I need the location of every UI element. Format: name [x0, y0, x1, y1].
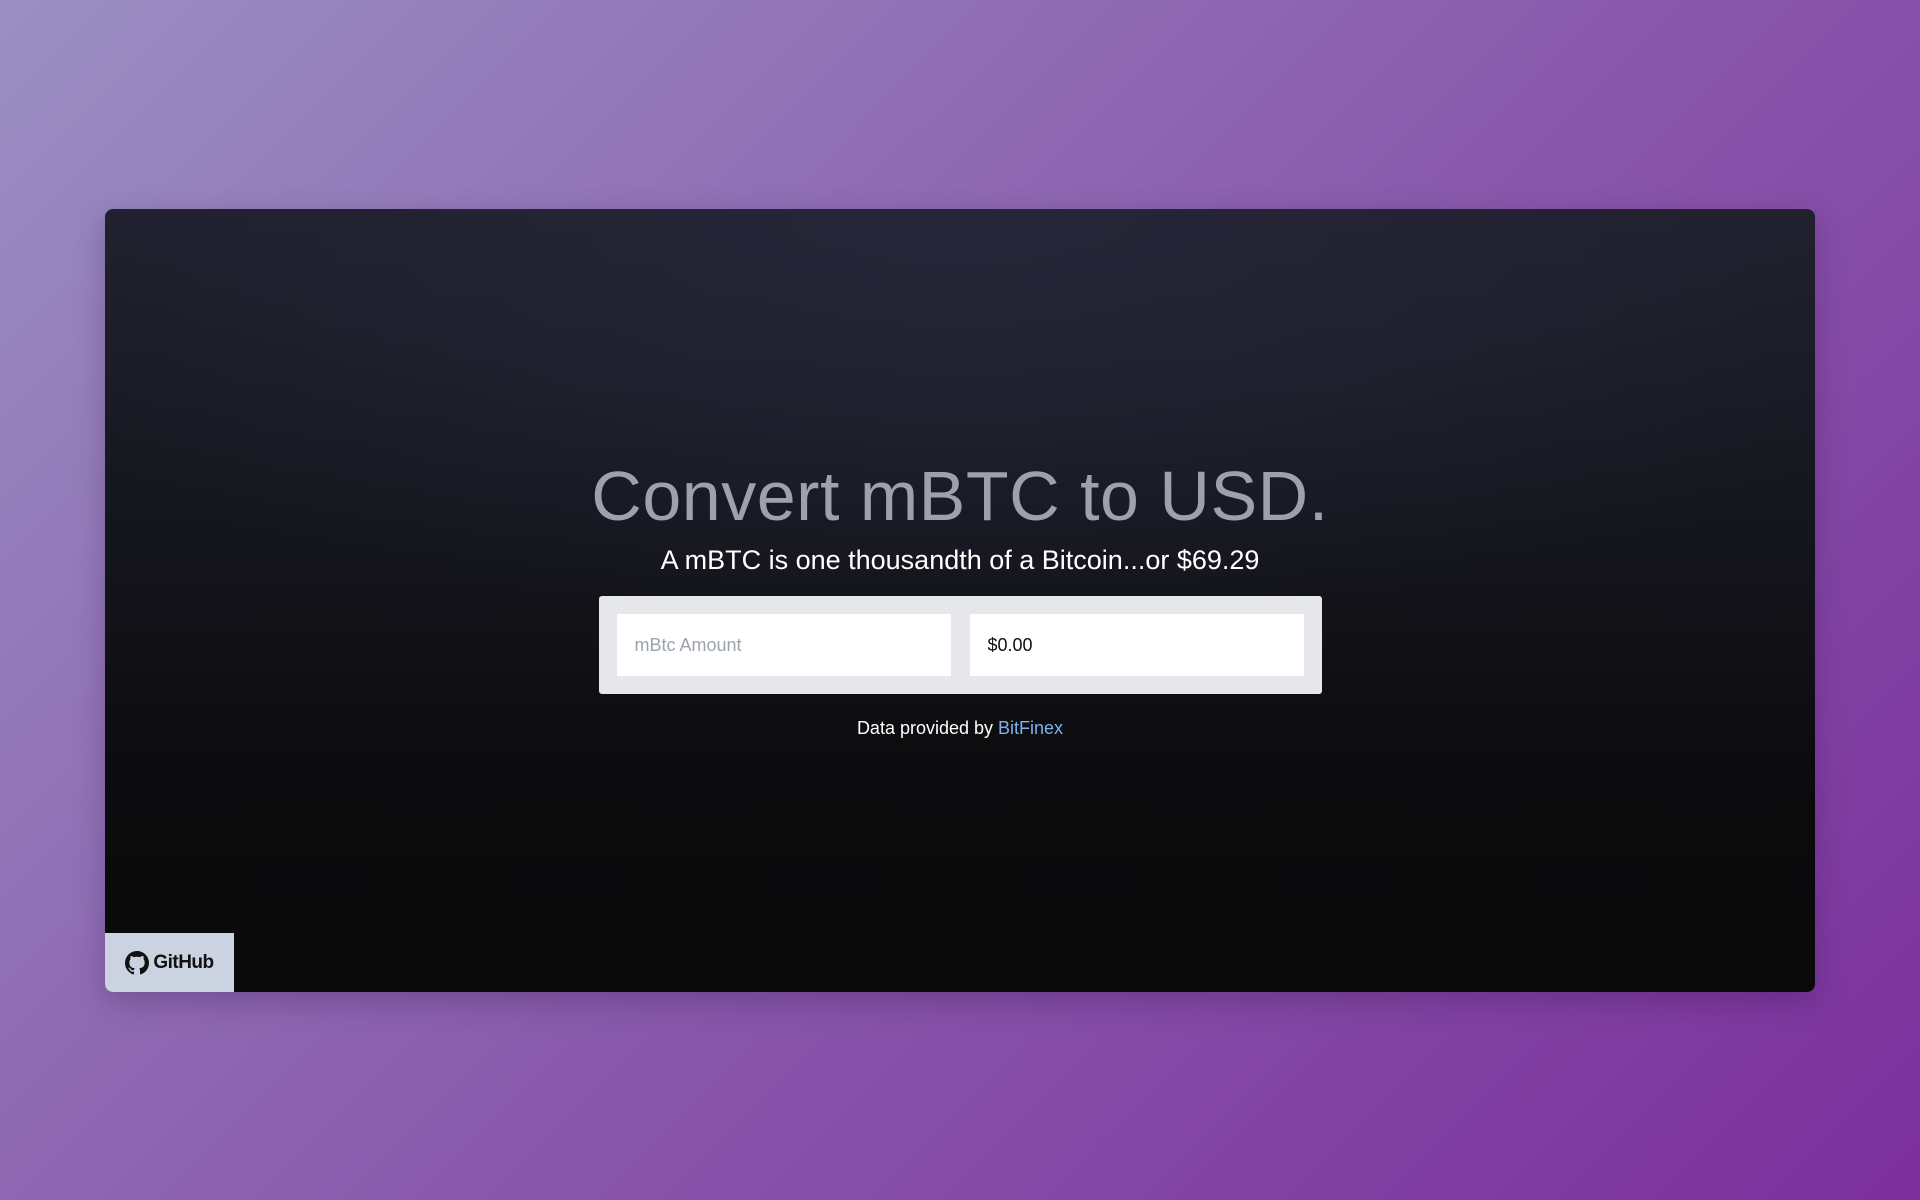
page-title: Convert mBTC to USD.	[591, 457, 1329, 535]
github-icon	[125, 950, 150, 974]
github-button[interactable]: GitHub	[105, 933, 234, 992]
data-credit: Data provided by BitFinex	[857, 716, 1063, 740]
usd-amount-input[interactable]	[969, 614, 1304, 676]
main-card: Convert mBTC to USD. A mBTC is one thous…	[105, 209, 1815, 992]
github-label: GitHub	[153, 951, 214, 973]
mbtc-amount-input[interactable]	[616, 614, 951, 676]
page-subtitle: A mBTC is one thousandth of a Bitcoin...…	[660, 545, 1260, 575]
bitfinex-link[interactable]: BitFinex	[998, 718, 1063, 738]
converter-section: Convert mBTC to USD. A mBTC is one thous…	[105, 454, 1815, 740]
converter-panel	[598, 596, 1322, 694]
credit-prefix: Data provided by	[856, 718, 999, 738]
